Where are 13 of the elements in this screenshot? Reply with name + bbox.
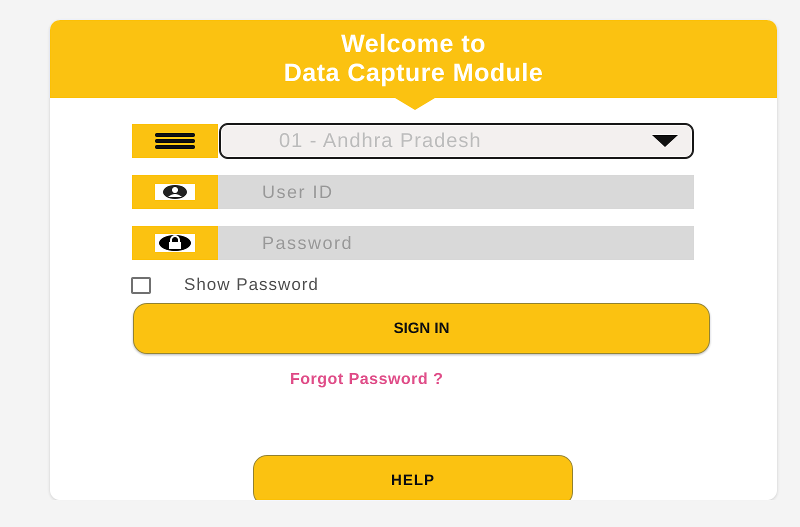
checkbox[interactable]: [131, 276, 151, 294]
sign-in-button[interactable]: SIGN IN: [133, 303, 710, 354]
forgot-password-link[interactable]: Forgot Password ?: [290, 371, 444, 389]
title-line: Data Capture Module: [284, 59, 544, 88]
password-field[interactable]: Password: [218, 226, 694, 260]
help-button[interactable]: HELP: [253, 455, 573, 500]
caret-icon: [652, 135, 678, 147]
user-icon: [155, 184, 195, 200]
menu-icon: [155, 131, 195, 151]
checkbox-label: Show Password: [184, 275, 319, 295]
user-id-field[interactable]: User ID: [218, 175, 694, 209]
title-line: Welcome to: [341, 30, 486, 59]
lock-icon: [155, 234, 195, 252]
